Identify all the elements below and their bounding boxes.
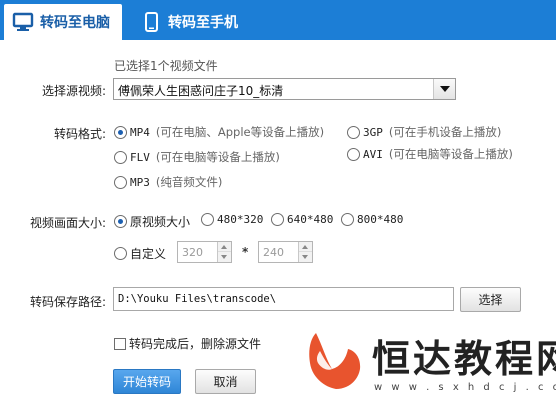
size-radio-original[interactable]: 原视频大小 (114, 213, 190, 230)
format-description: (可在手机设备上播放) (388, 125, 502, 139)
monitor-icon (12, 11, 34, 33)
size-option-label: 自定义 (130, 247, 167, 261)
stepper-down-icon[interactable] (299, 252, 312, 262)
browse-button[interactable]: 选择 (460, 287, 521, 312)
radio-button[interactable] (341, 213, 354, 226)
size-radio-800x480[interactable]: 800*480 (341, 213, 403, 226)
tab-transcode-to-pc[interactable]: 转码至电脑 (4, 4, 122, 40)
custom-width-stepper[interactable]: 320 (177, 241, 232, 263)
size-option-label: 800*480 (357, 213, 404, 226)
radio-button[interactable] (271, 213, 284, 226)
cancel-button[interactable]: 取消 (195, 369, 256, 394)
size-separator: * (242, 245, 249, 259)
format-radio-mp4[interactable]: MP4 (可在电脑、Apple等设备上播放) (114, 124, 324, 140)
tab-label: 转码至电脑 (40, 15, 110, 31)
tab-bar: 转码至电脑 转码至手机 (0, 0, 556, 40)
size-radio-custom[interactable]: 自定义 (114, 245, 166, 262)
source-video-value: 傅佩荣人生困惑问庄子10_标清 (118, 84, 284, 98)
watermark: 恒达教程网 w w w . s x h d c j . c o m (300, 326, 556, 399)
phone-icon (140, 11, 162, 33)
size-option-label: 原视频大小 (130, 215, 191, 229)
radio-button[interactable] (114, 175, 127, 189)
tab-transcode-to-phone[interactable]: 转码至手机 (132, 4, 252, 40)
format-description: (可在电脑等设备上播放) (388, 147, 513, 161)
watermark-text: 恒达教程网 (372, 337, 556, 381)
stepper-buttons (298, 242, 312, 262)
start-transcode-button[interactable]: 开始转码 (113, 369, 181, 394)
format-label: 转码格式: (54, 127, 107, 141)
format-description: (可在电脑、Apple等设备上播放) (155, 125, 325, 139)
chevron-down-icon[interactable] (433, 79, 455, 99)
delete-source-label: 转码完成后，删除源文件 (129, 337, 262, 351)
stepper-up-icon[interactable] (218, 242, 231, 252)
radio-button[interactable] (347, 147, 360, 161)
source-video-select[interactable]: 傅佩荣人生困惑问庄子10_标清 (113, 78, 456, 100)
format-name: FLV (130, 150, 150, 164)
format-description: (纯音频文件) (155, 175, 223, 189)
site-logo-icon (309, 333, 361, 389)
format-name: AVI (363, 147, 383, 161)
output-path-field[interactable]: D:\Youku Files\transcode\ (113, 287, 454, 311)
format-radio-mp3[interactable]: MP3 (纯音频文件) (114, 174, 222, 190)
radio-button[interactable] (114, 150, 127, 164)
stepper-up-icon[interactable] (299, 242, 312, 252)
size-option-label: 480*320 (217, 213, 264, 226)
format-radio-avi[interactable]: AVI (可在电脑等设备上播放) (347, 146, 513, 162)
radio-button[interactable] (201, 213, 214, 226)
format-radio-flv[interactable]: FLV (可在电脑等设备上播放) (114, 149, 280, 165)
format-name: MP3 (130, 175, 150, 189)
output-path-label: 转码保存路径: (30, 295, 107, 309)
source-video-label: 选择源视频: (42, 84, 107, 98)
radio-button[interactable] (114, 215, 127, 228)
custom-width-value: 320 (182, 246, 203, 259)
output-path-value: D:\Youku Files\transcode\ (118, 293, 277, 305)
delete-source-checkbox[interactable]: 转码完成后，删除源文件 (114, 335, 261, 352)
stepper-down-icon[interactable] (218, 252, 231, 262)
format-name: MP4 (130, 125, 150, 139)
format-description: (可在电脑等设备上播放) (155, 150, 280, 164)
stepper-buttons (217, 242, 231, 262)
format-radio-3gp[interactable]: 3GP (可在手机设备上播放) (347, 124, 501, 140)
radio-button[interactable] (114, 247, 127, 260)
tab-label: 转码至手机 (168, 15, 238, 31)
size-radio-480x320[interactable]: 480*320 (201, 213, 263, 226)
custom-height-stepper[interactable]: 240 (258, 241, 313, 263)
video-size-label: 视频画面大小: (30, 216, 107, 230)
selected-count-text: 已选择1个视频文件 (114, 59, 218, 73)
checkbox-box[interactable] (114, 337, 126, 350)
watermark-url: w w w . s x h d c j . c o m (374, 382, 556, 393)
radio-button[interactable] (114, 125, 127, 139)
radio-button[interactable] (347, 125, 360, 139)
custom-height-value: 240 (263, 246, 284, 259)
format-name: 3GP (363, 125, 383, 139)
size-radio-640x480[interactable]: 640*480 (271, 213, 333, 226)
size-option-label: 640*480 (287, 213, 334, 226)
